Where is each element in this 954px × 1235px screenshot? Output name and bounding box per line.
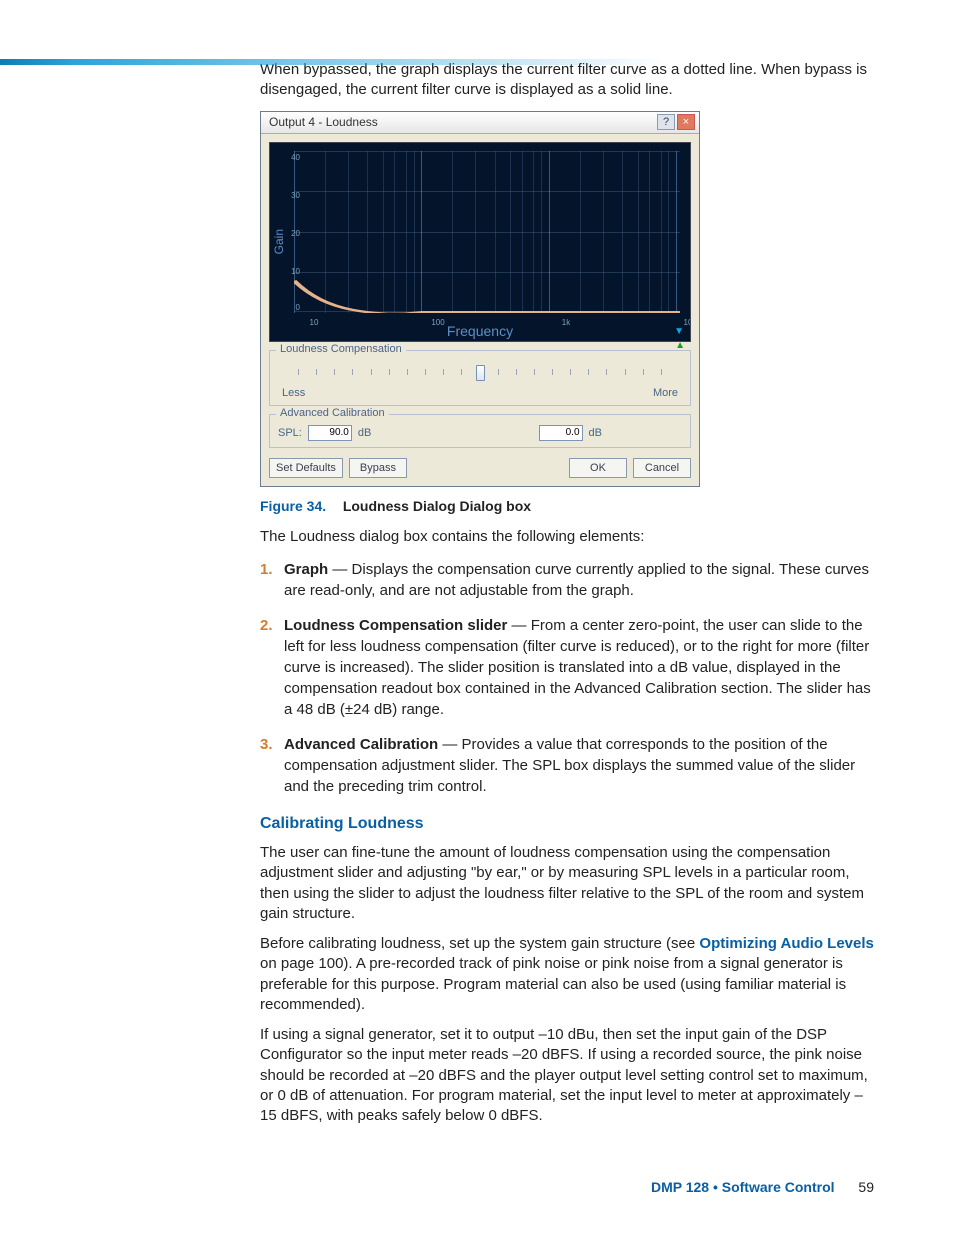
heading-calibrating-loudness: Calibrating Loudness bbox=[260, 815, 874, 833]
section-label: Advanced Calibration bbox=[276, 407, 389, 419]
spl-input[interactable] bbox=[308, 425, 352, 441]
list-number: 2. bbox=[260, 615, 284, 720]
slider-thumb[interactable] bbox=[476, 365, 485, 381]
loudness-chart: Gain bbox=[269, 142, 691, 342]
db-readout bbox=[539, 425, 583, 441]
list-number: 1. bbox=[260, 559, 284, 601]
bypass-button[interactable]: Bypass bbox=[349, 458, 407, 478]
ok-button[interactable]: OK bbox=[569, 458, 627, 478]
close-icon[interactable]: × bbox=[677, 114, 695, 130]
db-unit: dB bbox=[589, 427, 602, 439]
y-tick: 0 bbox=[284, 303, 300, 312]
footer-section: DMP 128 • Software Control bbox=[651, 1179, 835, 1195]
list-term: Graph bbox=[284, 561, 328, 578]
page-accent-bar bbox=[0, 59, 954, 65]
loudness-compensation-section: Loudness Compensation Less More bbox=[269, 350, 691, 406]
y-tick: 30 bbox=[284, 191, 300, 200]
y-tick: 20 bbox=[284, 229, 300, 238]
dialog-title: Output 4 - Loudness bbox=[265, 115, 655, 129]
spl-unit: dB bbox=[358, 427, 371, 439]
list-term: Advanced Calibration bbox=[284, 736, 438, 753]
page-footer: DMP 128 • Software Control 59 bbox=[651, 1179, 874, 1195]
list-term: Loudness Compensation slider bbox=[284, 617, 507, 634]
footer-page-number: 59 bbox=[858, 1179, 874, 1195]
loudness-dialog: Output 4 - Loudness ? × Gain bbox=[260, 111, 700, 487]
calibration-paragraph-1: The user can fine-tune the amount of lou… bbox=[260, 843, 874, 924]
section-label: Loudness Compensation bbox=[276, 343, 406, 355]
set-defaults-button[interactable]: Set Defaults bbox=[269, 458, 343, 478]
list-item: 3. Advanced Calibration — Provides a val… bbox=[260, 734, 874, 797]
y-tick: 10 bbox=[284, 267, 300, 276]
optimizing-audio-levels-link[interactable]: Optimizing Audio Levels bbox=[699, 935, 873, 952]
list-item: 2. Loudness Compensation slider — From a… bbox=[260, 615, 874, 720]
figure-number: Figure 34. bbox=[260, 498, 326, 514]
lead-paragraph: The Loudness dialog box contains the fol… bbox=[260, 527, 874, 547]
dialog-titlebar: Output 4 - Loudness ? × bbox=[261, 112, 699, 134]
chart-x-axis-label: Frequency bbox=[270, 323, 690, 339]
calibration-paragraph-2: Before calibrating loudness, set up the … bbox=[260, 934, 874, 1015]
slider-less-label: Less bbox=[282, 387, 305, 399]
list-body: — Displays the compensation curve curren… bbox=[284, 561, 869, 599]
list-number: 3. bbox=[260, 734, 284, 797]
chevron-down-icon[interactable]: ▼ bbox=[674, 326, 684, 337]
loudness-slider[interactable] bbox=[298, 367, 662, 385]
y-tick: 40 bbox=[284, 153, 300, 162]
figure-caption: Figure 34. Loudness Dialog Dialog box bbox=[260, 497, 874, 517]
figure-title: Loudness Dialog Dialog box bbox=[343, 498, 531, 514]
intro-paragraph: When bypassed, the graph displays the cu… bbox=[260, 60, 874, 101]
calibration-paragraph-3: If using a signal generator, set it to o… bbox=[260, 1025, 874, 1126]
advanced-calibration-section: Advanced Calibration SPL: dB dB bbox=[269, 414, 691, 448]
spl-label: SPL: bbox=[278, 427, 302, 439]
list-item: 1. Graph — Displays the compensation cur… bbox=[260, 559, 874, 601]
help-icon[interactable]: ? bbox=[657, 114, 675, 130]
slider-more-label: More bbox=[653, 387, 678, 399]
cancel-button[interactable]: Cancel bbox=[633, 458, 691, 478]
